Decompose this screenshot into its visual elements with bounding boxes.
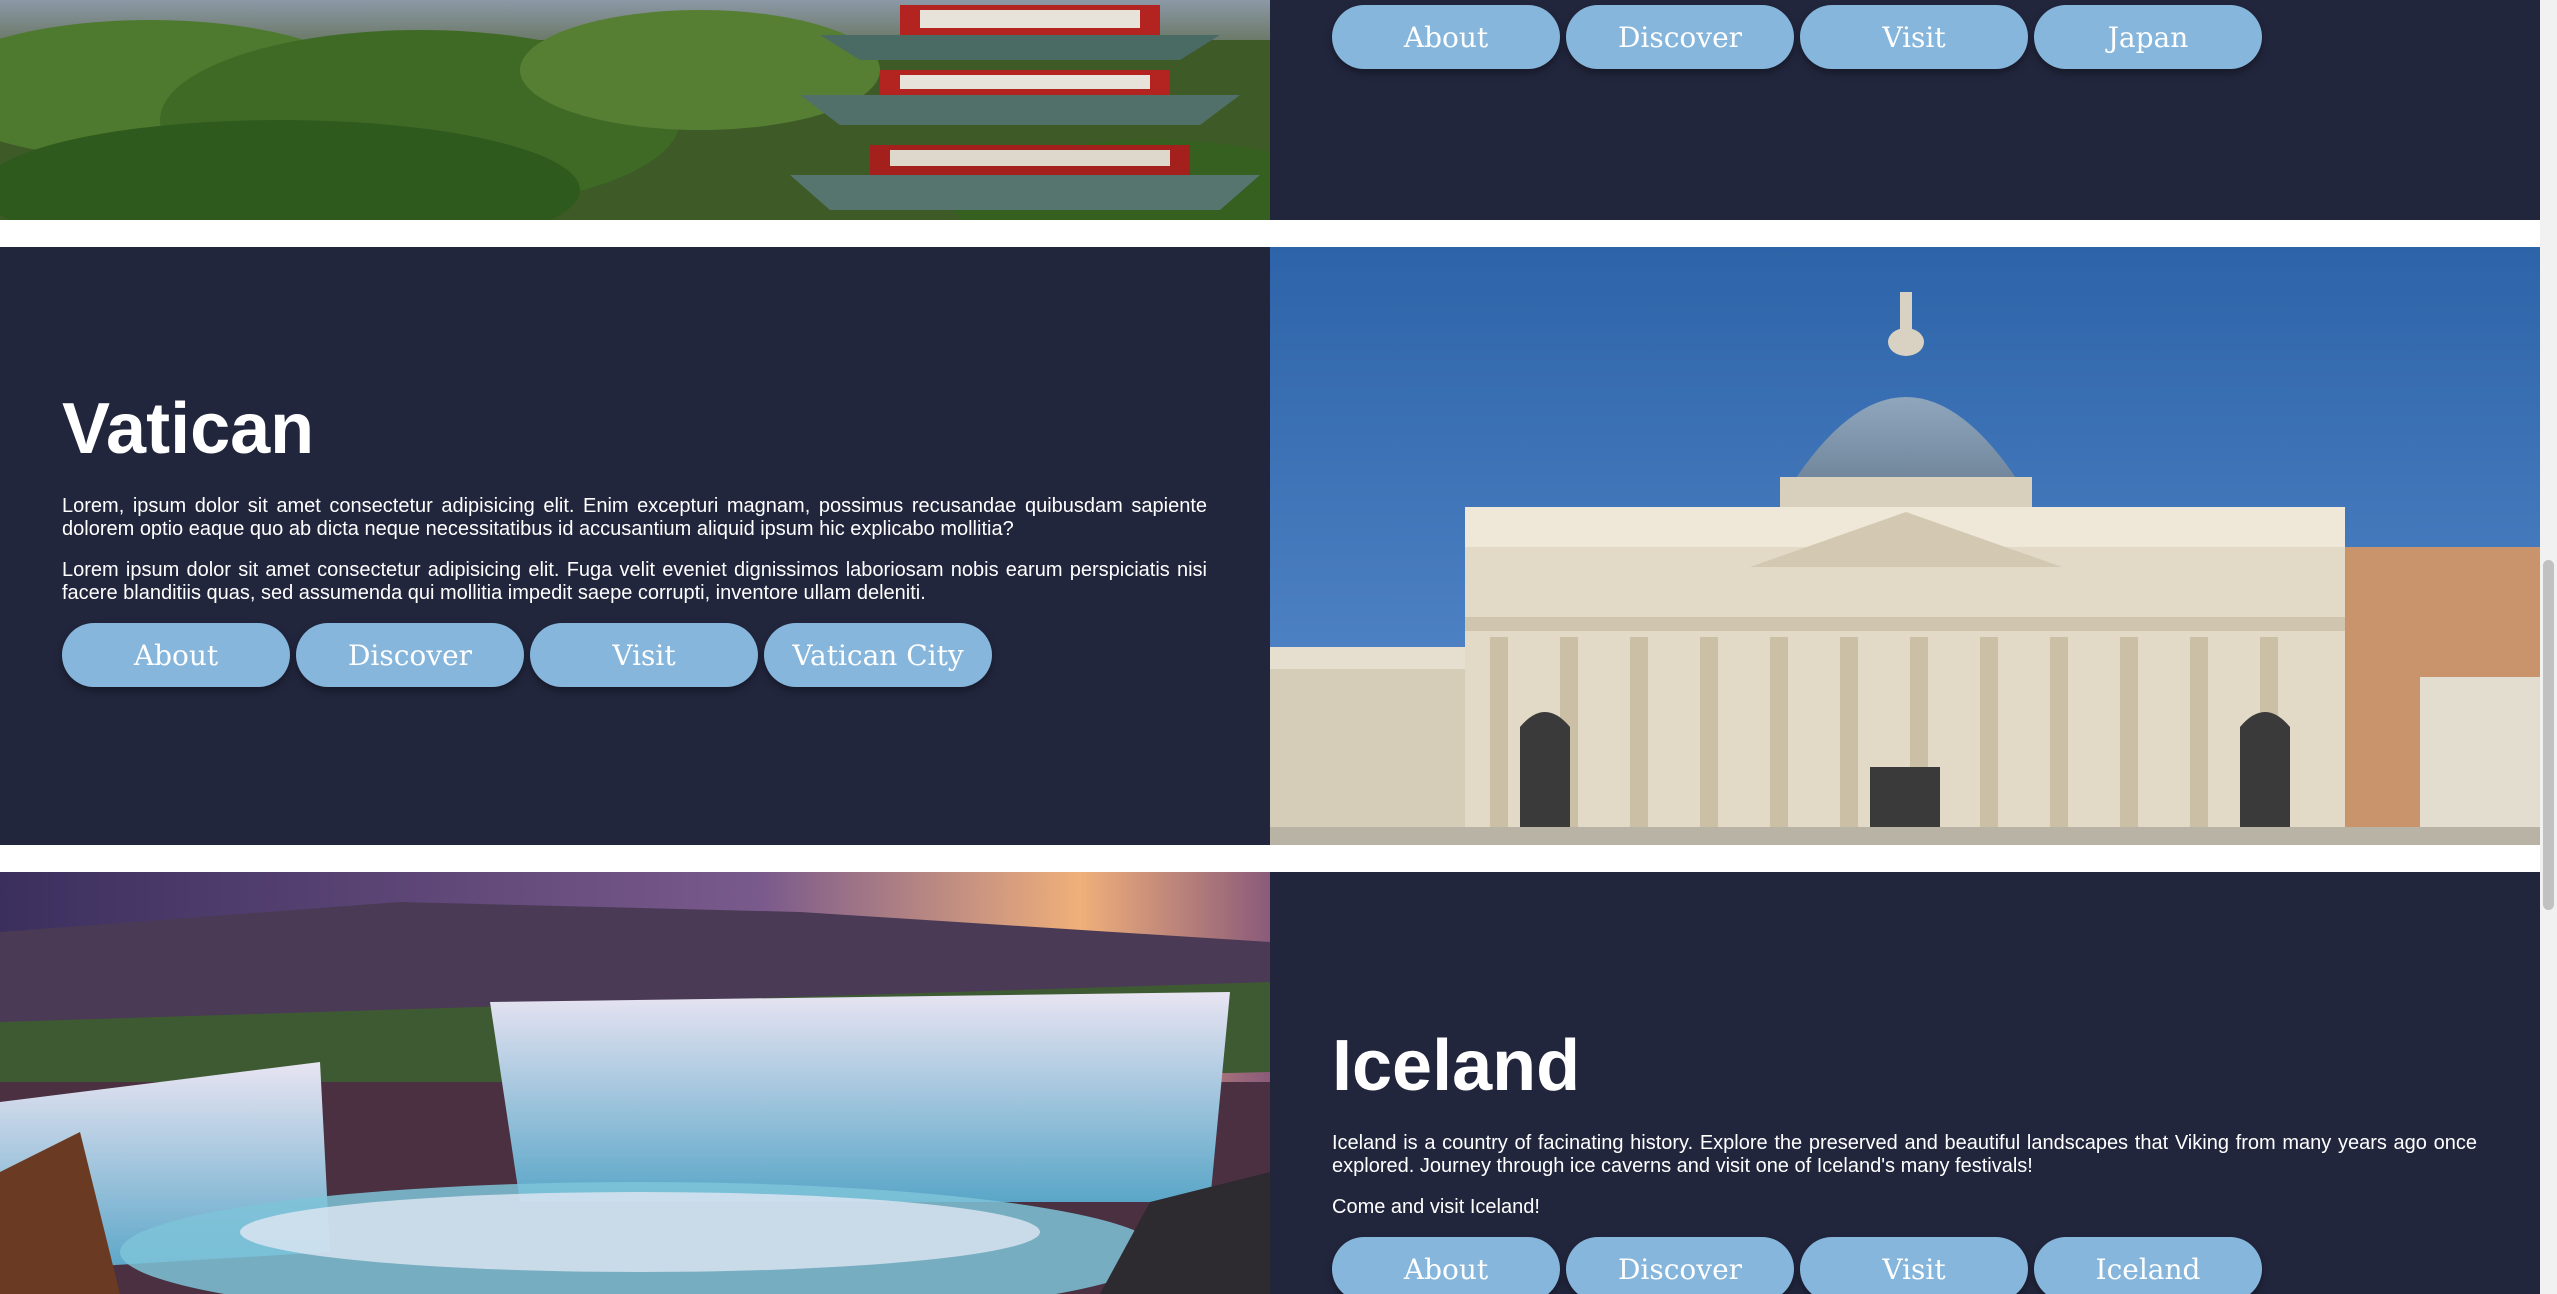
vatican-about-button[interactable]: About: [62, 623, 290, 687]
vatican-basilica-photo: [1270, 247, 2540, 845]
japan-pagoda-photo: [0, 0, 1270, 220]
japan-country-button[interactable]: Japan: [2034, 5, 2262, 69]
vatican-section: Vatican Lorem, ipsum dolor sit amet cons…: [0, 247, 2540, 845]
japan-section: About Discover Visit Japan: [0, 0, 2540, 220]
iceland-visit-button[interactable]: Visit: [1800, 1237, 2028, 1294]
japan-button-row: About Discover Visit Japan: [1332, 5, 2477, 69]
vatican-visit-button[interactable]: Visit: [530, 623, 758, 687]
iceland-button-row: About Discover Visit Iceland: [1332, 1237, 2477, 1294]
iceland-title: Iceland: [1332, 1026, 1581, 1106]
vatican-city-button[interactable]: Vatican City: [764, 623, 992, 687]
scrollbar-thumb[interactable]: [2543, 560, 2554, 910]
japan-discover-button[interactable]: Discover: [1566, 5, 1794, 69]
vatican-discover-button[interactable]: Discover: [296, 623, 524, 687]
vatican-title: Vatican: [62, 389, 315, 469]
iceland-country-button[interactable]: Iceland: [2034, 1237, 2262, 1294]
page-scrollbar[interactable]: [2540, 0, 2557, 1294]
japan-visit-button[interactable]: Visit: [1800, 5, 2028, 69]
iceland-waterfall-photo: [0, 872, 1270, 1294]
japan-about-button[interactable]: About: [1332, 5, 1560, 69]
vatican-text-block: Vatican Lorem, ipsum dolor sit amet cons…: [62, 393, 1207, 687]
vatican-paragraph-2: Lorem ipsum dolor sit amet consectetur a…: [62, 559, 1207, 604]
iceland-text-block: Iceland Iceland is a country of facinati…: [1332, 1030, 2477, 1294]
vatican-paragraph-1: Lorem, ipsum dolor sit amet consectetur …: [62, 495, 1207, 540]
iceland-section: Iceland Iceland is a country of facinati…: [0, 872, 2540, 1294]
iceland-paragraph-1: Iceland is a country of facinating histo…: [1332, 1132, 2477, 1177]
vatican-button-row: About Discover Visit Vatican City: [62, 623, 1207, 687]
iceland-paragraph-2: Come and visit Iceland!: [1332, 1196, 1540, 1218]
iceland-about-button[interactable]: About: [1332, 1237, 1560, 1294]
japan-text-block: About Discover Visit Japan: [1332, 5, 2477, 69]
iceland-discover-button[interactable]: Discover: [1566, 1237, 1794, 1294]
